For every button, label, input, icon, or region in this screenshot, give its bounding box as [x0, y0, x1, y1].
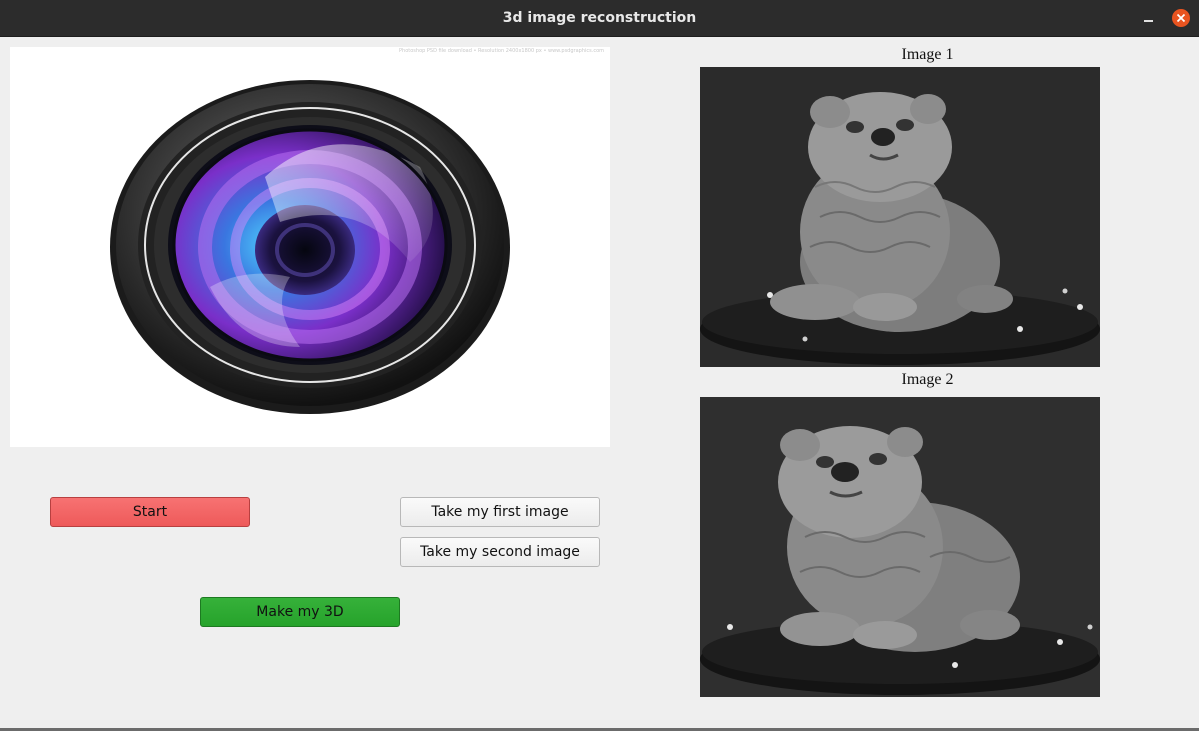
image-1-photo	[700, 67, 1100, 367]
window-titlebar: 3d image reconstruction	[0, 0, 1199, 37]
close-icon[interactable]	[1172, 9, 1190, 27]
take-first-image-button[interactable]: Take my first image	[400, 497, 600, 527]
image-2-caption: Image 2	[901, 371, 954, 388]
start-button[interactable]: Start	[50, 497, 250, 527]
window-title: 3d image reconstruction	[502, 10, 697, 26]
image-1-caption: Image 1	[901, 46, 954, 63]
make-3d-button[interactable]: Make my 3D	[200, 597, 400, 627]
minimize-icon[interactable]	[1139, 8, 1159, 28]
image-2-photo	[700, 397, 1100, 697]
camera-preview: Photoshop PSD file download • Resolution…	[10, 47, 610, 447]
take-second-image-button[interactable]: Take my second image	[400, 537, 600, 567]
camera-lens-icon	[110, 80, 510, 414]
